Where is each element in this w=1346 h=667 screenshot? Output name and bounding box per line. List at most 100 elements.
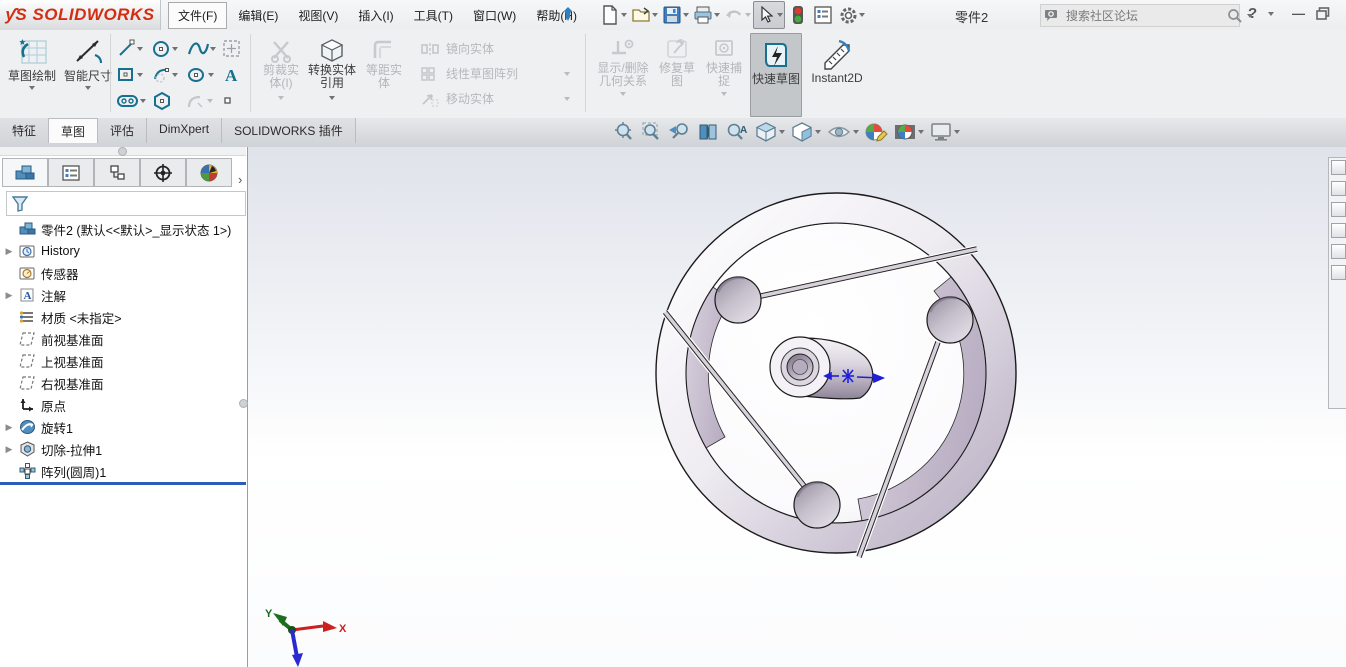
mirror-entities-button[interactable]: 镜向实体	[420, 40, 570, 57]
help-button[interactable]: ?	[1248, 5, 1257, 22]
select-tool-button[interactable]	[753, 1, 785, 29]
fm-tabs-expand-chevron[interactable]: ›	[238, 172, 242, 187]
tree-item-right-plane[interactable]: 右视基准面	[0, 372, 246, 394]
ellipse-tool[interactable]	[186, 64, 219, 85]
tree-item-front-plane[interactable]: 前视基准面	[0, 328, 246, 350]
open-button[interactable]	[629, 2, 659, 28]
smart-dimension-caret[interactable]	[85, 86, 91, 90]
graphics-viewport[interactable]: X Y	[247, 147, 1346, 667]
tree-item-circular-pattern1[interactable]: 阵列(圆周)1	[0, 460, 246, 482]
help-caret[interactable]	[1268, 12, 1274, 16]
print-button[interactable]	[691, 2, 721, 28]
tree-filter-box[interactable]	[6, 191, 246, 216]
tab-dimxpert[interactable]: DimXpert	[147, 118, 222, 143]
part-hole-right[interactable]	[927, 297, 973, 343]
new-document-button[interactable]	[598, 2, 628, 28]
sketch-button[interactable]: 草图绘制	[4, 33, 60, 115]
rollback-bar[interactable]	[0, 482, 246, 485]
quick-snaps-button[interactable]: 快速捕捉	[702, 38, 746, 96]
performance-button[interactable]	[786, 2, 810, 28]
sketch-caret[interactable]	[29, 86, 35, 90]
offset-entities-button[interactable]: 等距实体	[362, 38, 406, 90]
zoom-area-icon[interactable]	[639, 120, 663, 144]
search-input[interactable]	[1064, 8, 1223, 24]
tab-dimxpert-manager[interactable]	[140, 158, 186, 187]
annotation-view-icon[interactable]: A	[724, 120, 750, 144]
polygon-tool[interactable]	[151, 91, 184, 111]
display-delete-relations-button[interactable]: 显示/删除几何关系	[594, 38, 652, 96]
expand-arrow-icon[interactable]: ▶	[4, 246, 14, 257]
circle-tool[interactable]	[151, 38, 184, 59]
part-hole-top-left[interactable]	[715, 277, 761, 323]
tab-property-manager[interactable]	[48, 158, 94, 187]
tree-item-material[interactable]: 材质 <未指定>	[0, 306, 246, 328]
minimize-button[interactable]: —	[1292, 6, 1305, 21]
convert-entities-button[interactable]: 转换实体引用	[306, 38, 358, 100]
panel-splitter-handle[interactable]	[239, 399, 248, 408]
tab-evaluate[interactable]: 评估	[98, 118, 147, 143]
expand-arrow-icon[interactable]: ▶	[4, 422, 14, 433]
tab-configuration-manager[interactable]	[94, 158, 140, 187]
task-pane-resources-icon[interactable]	[1331, 160, 1346, 175]
tab-sketch[interactable]: 草图	[49, 118, 98, 143]
task-pane-strip[interactable]	[1328, 157, 1346, 409]
expand-arrow-icon[interactable]: ▶	[4, 290, 14, 301]
menu-tools[interactable]: 工具(T)	[405, 3, 462, 28]
zoom-fit-icon[interactable]	[612, 120, 636, 144]
settings-button[interactable]	[836, 2, 866, 28]
trim-entities-button[interactable]: 剪裁实体(I)	[258, 38, 304, 100]
smart-dimension-button[interactable]: 智能尺寸	[60, 33, 116, 115]
task-pane-custom-properties-icon[interactable]	[1331, 265, 1346, 280]
task-pane-file-explorer-icon[interactable]	[1331, 202, 1346, 217]
menu-pin-icon[interactable]	[560, 5, 576, 23]
line-tool[interactable]	[116, 38, 149, 59]
splitter-handle-dot[interactable]	[118, 147, 127, 156]
menu-edit[interactable]: 编辑(E)	[229, 3, 287, 28]
menu-help[interactable]: 帮助(H)	[527, 3, 586, 28]
display-style-icon[interactable]	[789, 120, 822, 144]
apply-scene-icon[interactable]	[892, 120, 925, 144]
tab-display-manager[interactable]	[186, 158, 232, 187]
slot-tool[interactable]	[116, 92, 149, 110]
menu-window[interactable]: 窗口(W)	[464, 3, 525, 28]
tree-item-origin[interactable]: 原点	[0, 394, 246, 416]
linear-pattern-button[interactable]: 线性草图阵列	[420, 65, 570, 82]
restore-button[interactable]	[1316, 7, 1330, 20]
tree-item-top-plane[interactable]: 上视基准面	[0, 350, 246, 372]
menu-file[interactable]: 文件(F)	[168, 2, 227, 29]
tree-item-history[interactable]: ▶ History	[0, 240, 246, 262]
panel-top-splitter[interactable]	[0, 147, 246, 156]
expand-arrow-icon[interactable]: ▶	[4, 444, 14, 455]
tree-item-root[interactable]: 零件2 (默认<<默认>_显示状态 1>)	[0, 218, 246, 240]
fillet-tool[interactable]	[186, 91, 219, 111]
hide-show-items-icon[interactable]	[825, 121, 860, 143]
menu-insert[interactable]: 插入(I)	[349, 3, 402, 28]
spline-tool[interactable]	[186, 38, 219, 59]
rapid-sketch-button[interactable]: 快速草图	[750, 33, 802, 117]
options-list-button[interactable]	[811, 2, 835, 28]
section-view-icon[interactable]	[695, 120, 721, 144]
tree-item-revolve1[interactable]: ▶ 旋转1	[0, 416, 246, 438]
task-pane-view-palette-icon[interactable]	[1331, 223, 1346, 238]
model-view-part[interactable]: X Y	[247, 147, 1346, 667]
instant2d-button[interactable]: Instant2D	[806, 33, 868, 115]
search-icon[interactable]	[1227, 8, 1243, 24]
menu-view[interactable]: 视图(V)	[289, 3, 347, 28]
tab-solidworks-addins[interactable]: SOLIDWORKS 插件	[222, 118, 356, 143]
tree-item-sensors[interactable]: 传感器	[0, 262, 246, 284]
view-settings-icon[interactable]	[928, 120, 961, 144]
task-pane-appearances-icon[interactable]	[1331, 244, 1346, 259]
save-button[interactable]	[660, 2, 690, 28]
part-hole-bottom[interactable]	[794, 482, 840, 528]
edit-appearance-icon[interactable]	[863, 120, 889, 144]
community-search[interactable]	[1040, 4, 1240, 27]
repair-sketch-button[interactable]: 修复草图	[654, 38, 700, 88]
tree-filter-input[interactable]	[33, 196, 245, 212]
tab-featuremanager-tree[interactable]	[2, 158, 48, 187]
tree-item-annotations[interactable]: ▶ A 注解	[0, 284, 246, 306]
rectangle-tool[interactable]	[116, 64, 149, 85]
tab-features[interactable]: 特征	[0, 118, 49, 143]
view-orientation-icon[interactable]	[753, 120, 786, 144]
arc-tool[interactable]	[151, 64, 184, 85]
tree-item-cut-extrude1[interactable]: ▶ 切除-拉伸1	[0, 438, 246, 460]
